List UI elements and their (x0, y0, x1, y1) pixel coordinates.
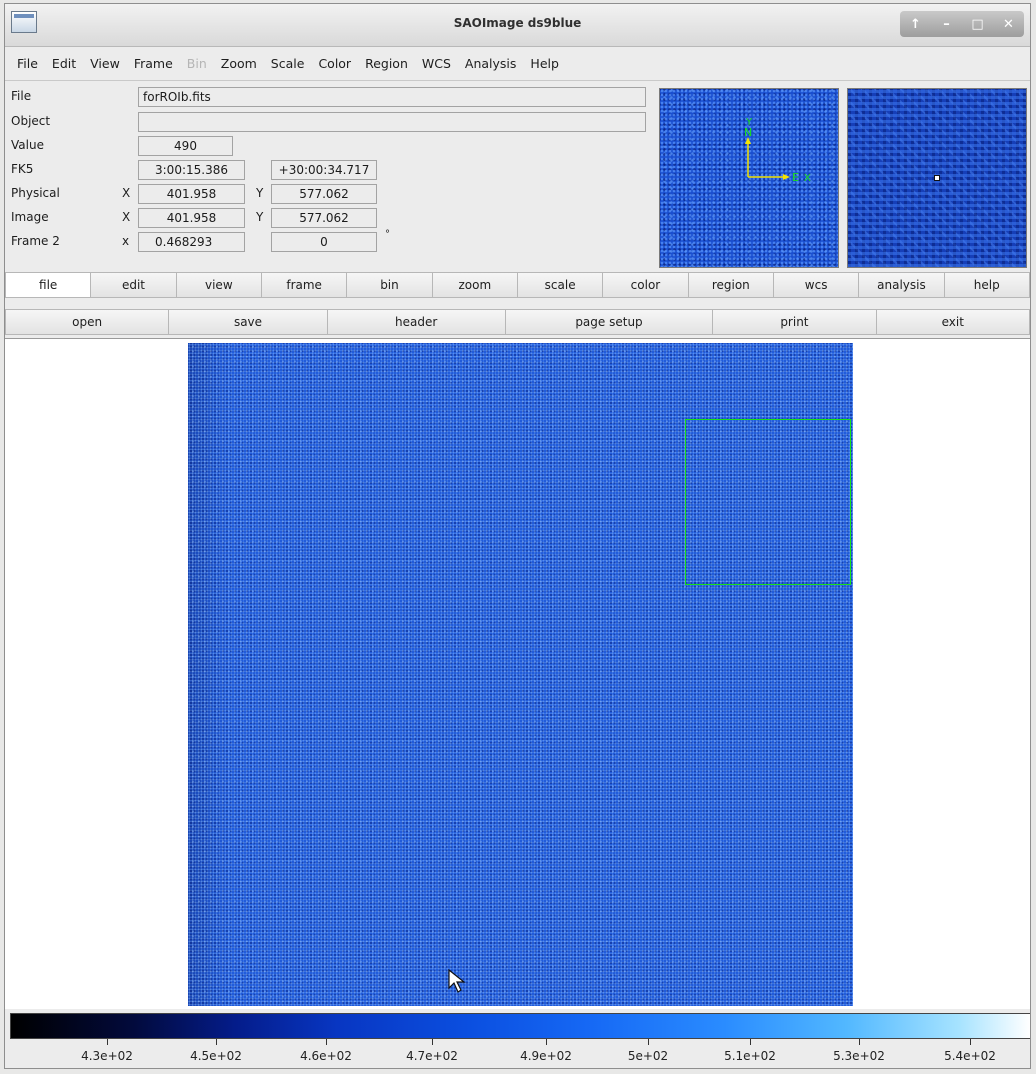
compass-east-label: E (792, 171, 799, 184)
page-setup-button[interactable]: page setup (505, 309, 714, 335)
colorbar-tick-label: 4.3e+02 (81, 1049, 133, 1063)
compass-x-label: X (804, 173, 811, 184)
mouse-pointer-icon (448, 969, 466, 993)
object-field (138, 112, 646, 132)
buttonbar-file[interactable]: file (5, 272, 92, 298)
colorbar-tick-mark (107, 1039, 108, 1045)
minimize-icon[interactable]: – (936, 17, 958, 32)
close-icon[interactable]: ✕ (998, 17, 1020, 32)
ds9-window: SAOImage ds9blue ↑ – □ ✕ File Edit View … (4, 3, 1031, 1069)
raise-icon[interactable]: ↑ (905, 17, 927, 32)
window-controls: ↑ – □ ✕ (900, 11, 1024, 37)
buttonbar-region[interactable]: region (688, 272, 774, 298)
save-button[interactable]: save (169, 309, 328, 335)
fk5-label: FK5 (11, 162, 34, 176)
roi-region-box[interactable] (685, 419, 851, 585)
image-label: Image (11, 210, 49, 224)
info-panel: File forROIb.fits Object Value 490 FK5 3… (5, 83, 655, 268)
fk5-dec-field: +30:00:34.717 (271, 160, 377, 180)
frame-zoom-field: 0.468293 (138, 232, 245, 252)
magnifier-view (847, 88, 1027, 268)
buttonbar-wcs[interactable]: wcs (773, 272, 860, 298)
physical-y-label: Y (256, 186, 264, 200)
menu-help[interactable]: Help (530, 56, 559, 71)
menu-analysis[interactable]: Analysis (465, 56, 517, 71)
physical-label: Physical (11, 186, 60, 200)
menu-wcs[interactable]: WCS (422, 56, 451, 71)
colorbar-tick-mark (970, 1039, 971, 1045)
panner-view[interactable]: N E Y X (659, 88, 839, 268)
file-name-field: forROIb.fits (138, 87, 646, 107)
colorbar-tick-label: 5.1e+02 (724, 1049, 776, 1063)
buttonbar-help[interactable]: help (944, 272, 1030, 298)
maximize-icon[interactable]: □ (967, 17, 989, 32)
buttonbar-edit[interactable]: edit (91, 272, 177, 298)
degree-symbol: ° (385, 229, 390, 240)
menu-region[interactable]: Region (365, 56, 408, 71)
colorbar-tick-mark (750, 1039, 751, 1045)
colorbar-tick-label: 5e+02 (627, 1049, 669, 1063)
colorbar-tick-mark (648, 1039, 649, 1045)
image-canvas[interactable] (5, 338, 1030, 1009)
colorbar-tick-label: 4.7e+02 (406, 1049, 458, 1063)
menu-frame[interactable]: Frame (134, 56, 173, 71)
physical-x-label: X (122, 186, 131, 200)
colorbar-tick-label: 5.3e+02 (833, 1049, 885, 1063)
colorbar-tick-label: 4.9e+02 (520, 1049, 572, 1063)
buttonbar-zoom[interactable]: zoom (432, 272, 518, 298)
exit-button[interactable]: exit (876, 309, 1030, 335)
colorbar-tick-mark (326, 1039, 327, 1045)
frame-x-label: x (122, 234, 130, 248)
menu-zoom[interactable]: Zoom (221, 56, 257, 71)
colorbar-tick-label: 4.6e+02 (300, 1049, 352, 1063)
frame-label: Frame 2 (11, 234, 60, 248)
colorbar-tick-mark (432, 1039, 433, 1045)
menu-edit[interactable]: Edit (52, 56, 76, 71)
menu-file[interactable]: File (17, 56, 38, 71)
image-x-label: X (122, 210, 131, 224)
menu-scale[interactable]: Scale (271, 56, 305, 71)
image-x-field: 401.958 (138, 208, 245, 228)
buttonbar-scale[interactable]: scale (517, 272, 604, 298)
image-y-label: Y (256, 210, 264, 224)
header-button[interactable]: header (327, 309, 506, 335)
buttonbar-analysis[interactable]: analysis (859, 272, 945, 298)
colorbar[interactable] (10, 1013, 1030, 1039)
physical-x-field: 401.958 (138, 184, 245, 204)
file-label: File (11, 89, 32, 103)
object-label: Object (11, 114, 51, 128)
sub-button-bar: open save header page setup print exit (5, 309, 1030, 335)
button-bar: file edit view frame bin zoom scale colo… (5, 272, 1030, 298)
menu-bin: Bin (186, 56, 207, 71)
fits-image[interactable] (188, 343, 853, 1006)
window-title: SAOImage ds9blue (453, 16, 582, 30)
buttonbar-color[interactable]: color (603, 272, 689, 298)
pixel-value-field: 490 (138, 136, 233, 156)
buttonbar-bin[interactable]: bin (347, 272, 433, 298)
fk5-ra-field: 3:00:15.386 (138, 160, 245, 180)
frame-angle-field: 0 (271, 232, 377, 252)
colorbar-tick-mark (216, 1039, 217, 1045)
compass-icon: N E Y X (744, 117, 811, 184)
menubar: File Edit View Frame Bin Zoom Scale Colo… (5, 47, 1030, 81)
value-label: Value (11, 138, 44, 152)
colorbar-tick-mark (546, 1039, 547, 1045)
buttonbar-view[interactable]: view (176, 272, 262, 298)
menu-color[interactable]: Color (318, 56, 351, 71)
open-button[interactable]: open (5, 309, 170, 335)
colorbar-tick-label: 5.4e+02 (944, 1049, 996, 1063)
colorbar-tick-label: 4.5e+02 (190, 1049, 242, 1063)
menu-view[interactable]: View (90, 56, 120, 71)
title-bar[interactable]: SAOImage ds9blue ↑ – □ ✕ (5, 4, 1030, 47)
buttonbar-frame[interactable]: frame (261, 272, 348, 298)
colorbar-ticks: 4.3e+02 4.5e+02 4.6e+02 4.7e+02 4.9e+02 5e+02… (10, 1039, 1030, 1068)
image-y-field: 577.062 (271, 208, 377, 228)
compass-y-label: Y (745, 117, 753, 128)
physical-y-field: 577.062 (271, 184, 377, 204)
colorbar-tick-mark (859, 1039, 860, 1045)
print-button[interactable]: print (713, 309, 877, 335)
magnifier-cursor-marker (934, 175, 940, 181)
